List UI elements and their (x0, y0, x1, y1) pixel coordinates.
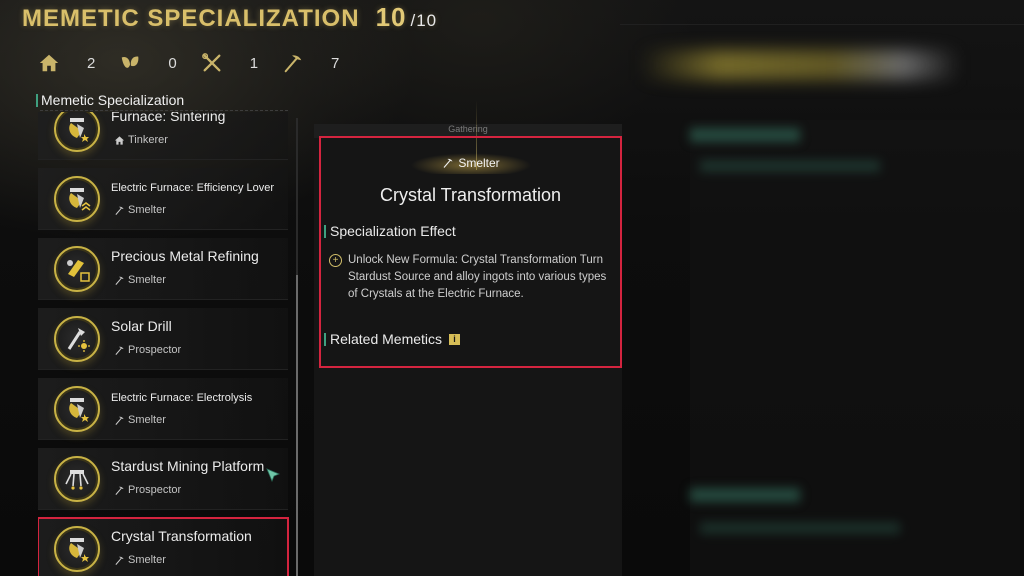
item-role: Smelter (114, 554, 166, 566)
blurred-text (690, 488, 800, 502)
list-item[interactable]: Furnace: Sintering Tinkerer (38, 112, 288, 160)
role-badge: Smelter (411, 152, 531, 174)
house-icon (114, 135, 125, 145)
stat-value: 0 (168, 54, 177, 72)
scrollbar-thumb[interactable] (296, 275, 298, 576)
pickaxe-icon (115, 556, 124, 565)
plus-circle-icon: + (329, 254, 342, 267)
drill-icon (54, 316, 100, 362)
related-heading-text: Related Memetics (330, 331, 443, 347)
list-section-label: Memetic Specialization (36, 92, 184, 108)
stat-tinkerer[interactable]: 2 (38, 52, 95, 74)
pickaxe-icon (115, 346, 124, 355)
stat-crafting[interactable]: 1 (201, 52, 258, 74)
blurred-text (700, 522, 900, 534)
mouse-cursor-icon (266, 468, 280, 482)
pickaxe-icon (115, 276, 124, 285)
ingot-icon (54, 246, 100, 292)
item-name: Electric Furnace: Electrolysis (111, 392, 253, 404)
pickaxe-icon (115, 206, 124, 215)
item-name: Furnace: Sintering (111, 112, 226, 124)
role-label: Smelter (128, 274, 166, 286)
effect-entry: + Unlock New Formula: Crystal Transforma… (329, 252, 609, 303)
list-item-selected[interactable]: Crystal Transformation Smelter (38, 517, 289, 576)
furnace-icon (54, 112, 100, 152)
item-role: Smelter (114, 204, 166, 216)
section-label-text: Memetic Specialization (41, 92, 185, 108)
points-max: /10 (410, 11, 438, 30)
role-label: Prospector (128, 484, 182, 496)
role-label: Prospector (128, 344, 182, 356)
list-item[interactable]: Electric Furnace: Electrolysis Smelter (38, 378, 288, 440)
page-title: MEMETIC SPECIALIZATION 10 /10 (22, 2, 437, 32)
platform-icon (54, 456, 100, 502)
stat-smelter[interactable]: 7 (282, 52, 339, 74)
role-badge-label: Smelter (458, 156, 500, 170)
related-heading: Related Memetics i (324, 331, 461, 347)
role-stats: 2 0 1 7 (38, 52, 363, 74)
points-current: 10 (375, 2, 407, 32)
item-name: Solar Drill (111, 318, 172, 334)
info-icon[interactable]: i (449, 333, 461, 345)
item-name: Stardust Mining Platform (111, 458, 265, 474)
detail-title: Crystal Transformation (379, 185, 562, 205)
detail-panel: Smelter Crystal Transformation Specializ… (319, 136, 622, 368)
pickaxe-icon (284, 55, 302, 73)
role-label: Tinkerer (128, 134, 168, 146)
role-label: Smelter (128, 414, 166, 426)
item-name: Crystal Transformation (111, 528, 252, 544)
category-label: Gathering (448, 124, 488, 134)
list-item[interactable]: Solar Drill Prospector (38, 308, 288, 370)
house-icon (39, 54, 59, 72)
item-role: Prospector (114, 484, 181, 496)
stat-value: 1 (249, 54, 259, 72)
item-name: Electric Furnace: Efficiency Lover (111, 182, 275, 194)
pickaxe-icon (115, 416, 124, 425)
pickaxe-icon (115, 486, 124, 495)
effect-heading-text: Specialization Effect (330, 223, 456, 239)
role-label: Smelter (128, 554, 166, 566)
blurred-header (640, 50, 960, 80)
divider (620, 24, 1024, 25)
item-role: Smelter (114, 274, 166, 286)
accent-bar (36, 93, 38, 107)
list-item[interactable]: Electric Furnace: Efficiency Lover Smelt… (38, 168, 288, 230)
furnace-icon (54, 526, 100, 572)
blurred-text (700, 160, 880, 172)
list-scrollbar[interactable] (296, 118, 298, 576)
blurred-panel (690, 120, 1020, 576)
pickaxe-icon (443, 158, 453, 168)
list-item[interactable]: Stardust Mining Platform Prospector (38, 448, 288, 510)
stat-gathering[interactable]: 0 (119, 52, 177, 74)
item-role: Prospector (114, 344, 181, 356)
item-role: Smelter (114, 414, 166, 426)
stat-value: 7 (331, 54, 340, 72)
effect-text: Unlock New Formula: Crystal Transformati… (348, 254, 607, 300)
divider (40, 110, 288, 111)
title-text: MEMETIC SPECIALIZATION (22, 5, 360, 32)
blurred-text (690, 128, 800, 142)
item-role: Tinkerer (114, 134, 168, 146)
accent-bar (324, 332, 326, 346)
item-name: Precious Metal Refining (111, 248, 259, 264)
stat-value: 2 (87, 54, 96, 72)
furnace-icon (54, 386, 100, 432)
specialization-list: Furnace: Sintering Tinkerer Electric Fur… (38, 112, 296, 576)
list-item[interactable]: Precious Metal Refining Smelter (38, 238, 288, 300)
furnace-icon (54, 176, 100, 222)
tools-icon (201, 53, 221, 72)
leaf-icon (122, 56, 139, 68)
effect-heading: Specialization Effect (324, 223, 456, 239)
role-label: Smelter (128, 204, 166, 216)
accent-bar (324, 224, 326, 238)
